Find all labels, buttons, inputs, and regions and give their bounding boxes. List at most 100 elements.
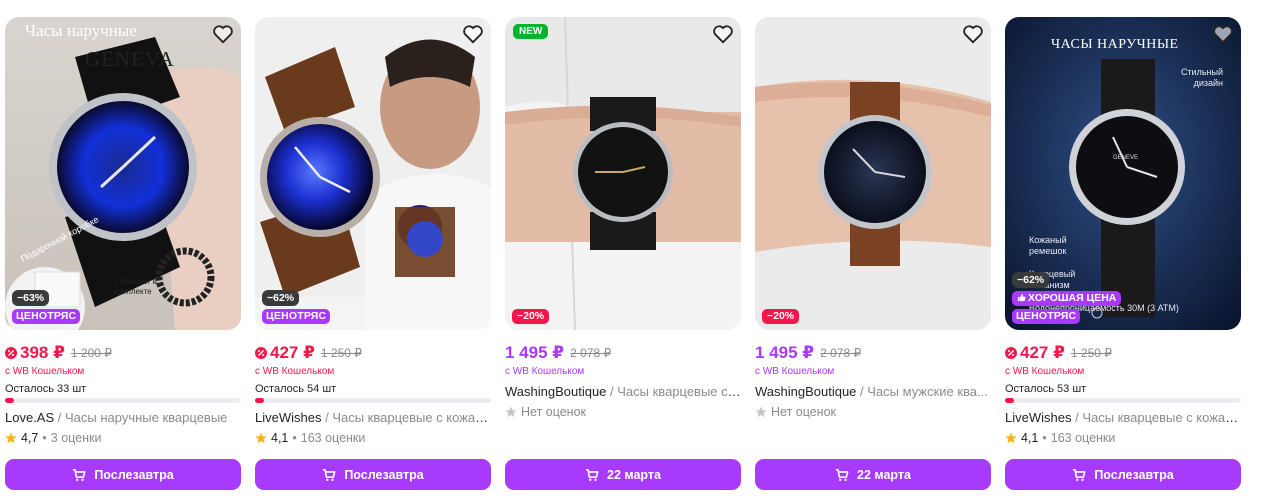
bracelet-caption: + Браслет в комплекте: [113, 277, 158, 296]
rating-row: 4,1 • 163 оценки: [1005, 431, 1115, 445]
product-name: Часы кварцевые с ...: [617, 384, 741, 399]
product-photo: [755, 17, 991, 330]
delivery-date: Послезавтра: [1094, 467, 1174, 482]
product-name: Часы кварцевые с кожан...: [1082, 410, 1241, 425]
rating-value: 4,1: [1021, 431, 1039, 445]
heart-icon[interactable]: [212, 24, 234, 44]
rating-dot: •: [292, 431, 297, 445]
product-image[interactable]: Часы наручные GENEVA Подарочной коробке …: [5, 17, 241, 330]
cart-icon: [73, 468, 86, 481]
image-caption: Часы наручные: [25, 21, 137, 40]
no-reviews: Нет оценок: [521, 405, 587, 419]
dial-brand-text: GENEVE: [1113, 155, 1139, 161]
product-photo: [505, 17, 741, 330]
add-to-cart-button[interactable]: 22 марта: [505, 459, 741, 490]
sale-icon: [5, 347, 17, 359]
price-row: 427 ₽ 1 250 ₽: [1005, 343, 1112, 363]
title-separator: /: [856, 384, 868, 399]
product-card[interactable]: NEW −20% 1 495 ₽ 2 078 ₽ с WB Кошельком …: [505, 17, 741, 492]
product-name: Часы мужские ква...: [867, 384, 988, 399]
product-name: Часы наручные кварцевые: [65, 410, 228, 425]
product-image[interactable]: −62% ЦЕНОТРЯС: [255, 17, 491, 330]
wallet-note: с WB Кошельком: [1005, 366, 1085, 377]
wallet-note: с WB Кошельком: [755, 366, 835, 377]
price-row: 1 495 ₽ 2 078 ₽: [505, 343, 611, 363]
thumbs-up-icon: [1017, 293, 1026, 302]
current-price: 427 ₽: [270, 343, 315, 362]
cart-icon: [835, 468, 849, 481]
heart-icon[interactable]: [462, 24, 484, 44]
delivery-date: 22 марта: [607, 467, 661, 482]
cart-icon: [585, 468, 599, 481]
old-price: 1 250 ₽: [320, 346, 362, 360]
star-icon: [755, 406, 767, 418]
product-title[interactable]: LiveWishes / Часы кварцевые с кожан...: [1005, 410, 1241, 425]
product-card[interactable]: −62% ЦЕНОТРЯС 427 ₽ 1 250 ₽ с WB Кошельк…: [255, 17, 491, 492]
brand-logo-text: GENEVA: [85, 47, 175, 71]
brand-name: WashingBoutique: [755, 384, 857, 399]
stock-left: Осталось 54 шт: [255, 383, 337, 395]
price-row: 1 495 ₽ 2 078 ₽: [755, 343, 861, 363]
stock-left: Осталось 33 шт: [5, 383, 87, 395]
product-card[interactable]: Часы наручные GENEVA Подарочной коробке …: [5, 17, 241, 492]
product-card[interactable]: ЧАСЫ НАРУЧНЫЕ GENEVE Стильный дизайн Кож…: [1005, 17, 1241, 492]
heart-icon[interactable]: [1212, 24, 1234, 44]
product-card[interactable]: −20% 1 495 ₽ 2 078 ₽ с WB Кошельком Wash…: [755, 17, 991, 492]
product-image[interactable]: −20%: [755, 17, 991, 330]
add-to-cart-button[interactable]: Послезавтра: [1005, 459, 1241, 490]
title-separator: /: [1071, 410, 1083, 425]
badge-group: −20%: [512, 309, 550, 324]
heart-icon[interactable]: [712, 24, 734, 44]
old-price: 1 200 ₽: [70, 346, 112, 360]
delivery-date: Послезавтра: [344, 467, 424, 482]
rating-value: 4,1: [271, 431, 289, 445]
old-price: 2 078 ₽: [820, 346, 862, 360]
product-title[interactable]: WashingBoutique / Часы кварцевые с ...: [505, 384, 741, 399]
cenotryas-badge: ЦЕНОТРЯС: [12, 309, 81, 324]
sale-icon: [255, 347, 267, 359]
heart-icon[interactable]: [962, 24, 984, 44]
old-price: 1 250 ₽: [1070, 346, 1112, 360]
cart-icon: [323, 468, 336, 481]
cenotryas-badge: ЦЕНОТРЯС: [1012, 309, 1081, 324]
current-price: 1 495 ₽: [505, 343, 565, 362]
badge-group: −62% ХОРОШАЯ ЦЕНА ЦЕНОТРЯС: [1012, 272, 1122, 324]
wallet-note: с WB Кошельком: [5, 366, 85, 377]
star-icon: [255, 432, 267, 444]
new-badge: NEW: [513, 24, 549, 39]
rating-row: 4,7 • 3 оценки: [5, 431, 101, 445]
add-to-cart-button[interactable]: 22 марта: [755, 459, 991, 490]
old-price: 2 078 ₽: [570, 346, 612, 360]
brand-name: Love.AS: [5, 410, 55, 425]
stock-progress: [255, 398, 491, 403]
no-reviews: Нет оценок: [771, 405, 837, 419]
stock-progress: [5, 398, 241, 403]
product-title[interactable]: Love.AS / Часы наручные кварцевые: [5, 410, 241, 425]
current-price: 427 ₽: [1020, 343, 1065, 362]
brand-name: LiveWishes: [255, 410, 322, 425]
badge-group: −63% ЦЕНОТРЯС: [12, 290, 81, 324]
rating-dot: •: [42, 431, 47, 445]
brand-name: WashingBoutique: [505, 384, 607, 399]
image-caption: ЧАСЫ НАРУЧНЫЕ: [1051, 37, 1179, 52]
product-title[interactable]: LiveWishes / Часы кварцевые с кожан...: [255, 410, 491, 425]
add-to-cart-button[interactable]: Послезавтра: [255, 459, 491, 490]
rating-row: Нет оценок: [505, 405, 586, 419]
product-grid: Часы наручные GENEVA Подарочной коробке …: [5, 17, 1255, 492]
title-separator: /: [606, 384, 618, 399]
product-image[interactable]: ЧАСЫ НАРУЧНЫЕ GENEVE Стильный дизайн Кож…: [1005, 17, 1241, 330]
product-image[interactable]: NEW −20%: [505, 17, 741, 330]
product-title[interactable]: WashingBoutique / Часы мужские ква...: [755, 384, 991, 399]
star-icon: [505, 406, 517, 418]
title-separator: /: [54, 410, 65, 425]
star-icon: [1005, 432, 1017, 444]
discount-badge: −62%: [262, 290, 300, 306]
add-to-cart-button[interactable]: Послезавтра: [5, 459, 241, 490]
brand-name: LiveWishes: [1005, 410, 1072, 425]
badge-group: −20%: [762, 309, 800, 324]
sale-icon: [1005, 347, 1017, 359]
rating-row: 4,1 • 163 оценки: [255, 431, 365, 445]
rating-row: Нет оценок: [755, 405, 836, 419]
reviews-count: 3 оценки: [50, 431, 102, 445]
good-price-label: ХОРОШАЯ ЦЕНА: [1028, 292, 1117, 304]
